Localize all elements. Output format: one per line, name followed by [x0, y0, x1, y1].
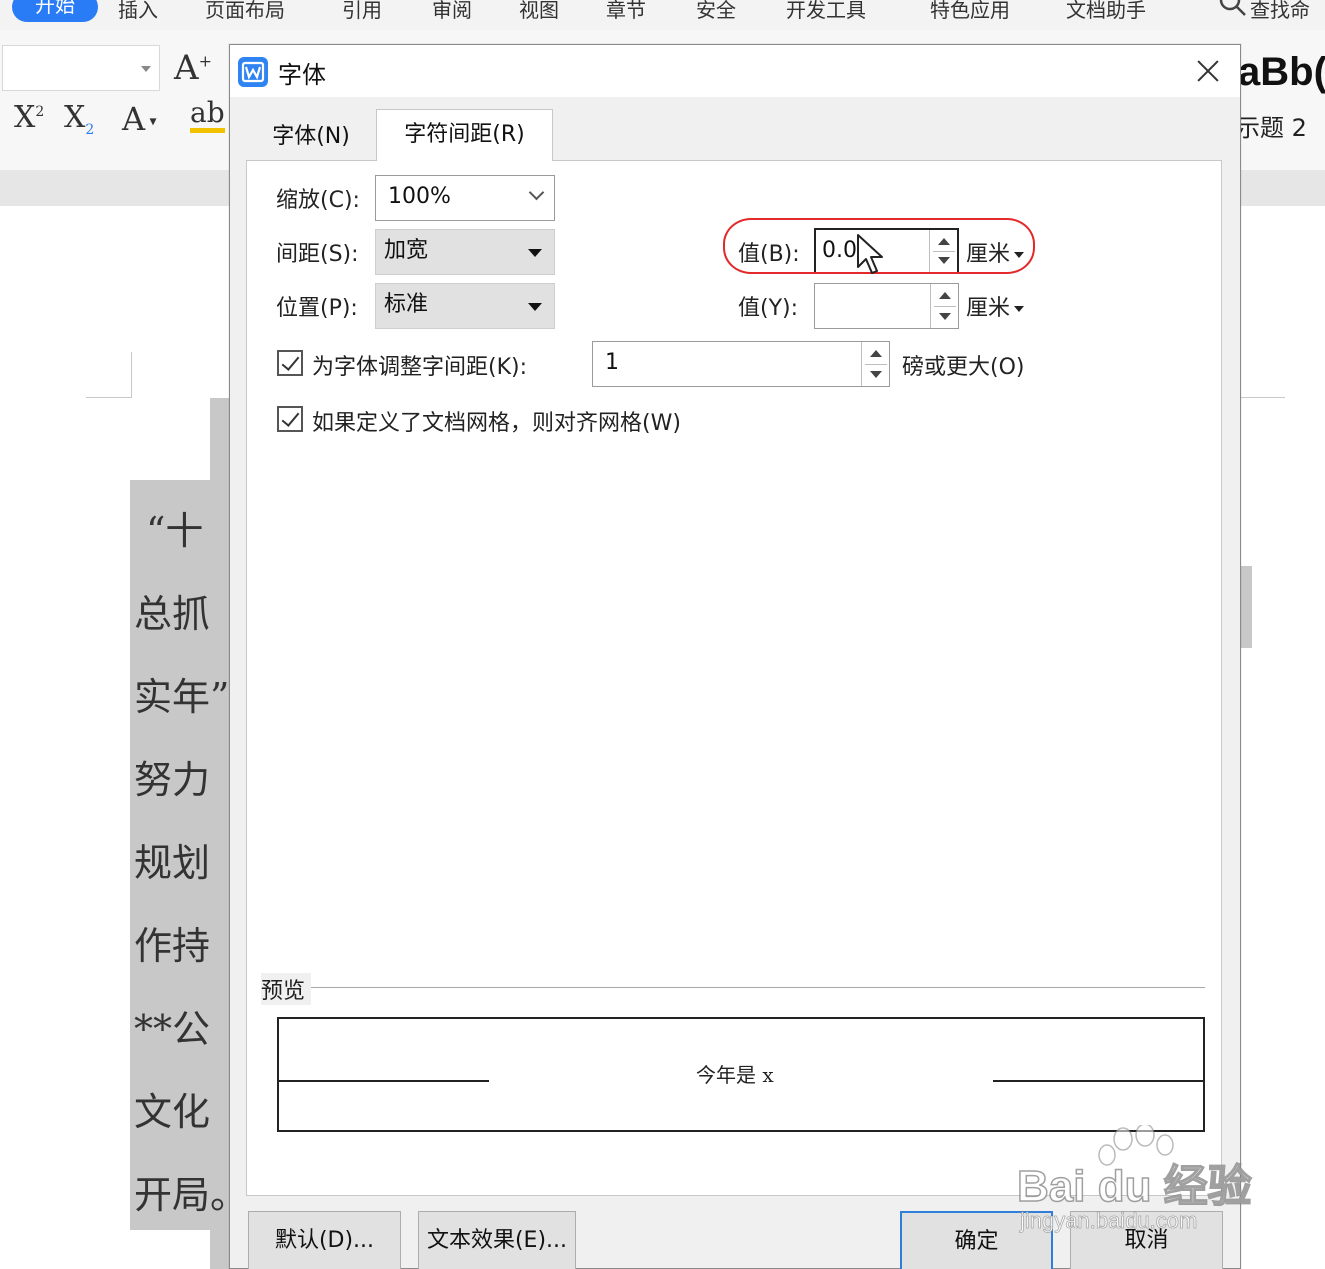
value-y-unit[interactable]: 厘米 [966, 290, 1025, 322]
preview-divider [310, 987, 1205, 988]
kerning-label: 为字体调整字间距(K): [312, 355, 528, 380]
document-line: 总抓 [134, 592, 211, 636]
document-line: 实年” [134, 675, 230, 719]
document-line: 作持 [134, 924, 211, 968]
subscript-icon[interactable]: X2 [64, 100, 94, 138]
preview-label: 预览 [261, 973, 312, 1005]
dropdown-arrow-icon [528, 303, 542, 311]
scale-value: 100% [388, 184, 451, 209]
close-icon[interactable] [1186, 51, 1230, 91]
spin-up-icon[interactable] [939, 292, 951, 299]
scale-label: 缩放(C): [276, 188, 360, 213]
scale-combo[interactable]: 100% [375, 175, 555, 221]
menu-developer[interactable]: 开发工具 [786, 0, 866, 23]
watermark-url: jingyan.baidu.com [1020, 1208, 1198, 1234]
document-line: 文化 [134, 1090, 211, 1134]
document-line: 规划 [134, 841, 211, 885]
value-y-spinner[interactable] [930, 284, 958, 328]
dialog-title: 字体 [278, 61, 326, 89]
preview-baseline [993, 1080, 1203, 1082]
font-dialog: 字体 字体(N) 字符间距(R) 缩放(C): 100% 间距(S): 加宽 位… [229, 44, 1241, 1269]
wps-logo-icon [238, 57, 268, 87]
menu-review[interactable]: 审阅 [432, 0, 472, 23]
superscript-icon[interactable]: X2 [14, 100, 44, 135]
snap-grid-label: 如果定义了文档网格，则对齐网格(W) [312, 411, 681, 436]
tab-font[interactable]: 字体(N) [246, 113, 376, 161]
menu-security[interactable]: 安全 [696, 0, 736, 23]
chevron-down-icon [528, 184, 545, 201]
kerning-suffix: 磅或更大(O) [902, 355, 1025, 380]
document-line: “十 [146, 509, 204, 553]
value-y-label: 值(Y): [738, 296, 799, 321]
menu-references[interactable]: 引用 [342, 0, 382, 23]
style-label: 示题 2 [1236, 114, 1307, 142]
spacing-label: 间距(S): [276, 242, 359, 267]
menu-doc-assistant[interactable]: 文档助手 [1066, 0, 1146, 23]
spin-down-icon[interactable] [870, 371, 882, 378]
position-select[interactable]: 标准 [375, 283, 555, 329]
value-y-input[interactable] [814, 283, 959, 329]
menu-view[interactable]: 视图 [519, 0, 559, 23]
menu-special-apps[interactable]: 特色应用 [930, 0, 1010, 23]
mouse-cursor-icon [857, 234, 883, 274]
document-line: **公 [134, 1007, 211, 1051]
font-size-combo[interactable] [2, 45, 160, 91]
menu-search-label[interactable]: 查找命 [1250, 0, 1310, 23]
kerning-value: 1 [605, 350, 619, 375]
watermark-brand: Bai du 经验 [1016, 1161, 1252, 1212]
default-button[interactable]: 默认(D)... [248, 1211, 401, 1269]
page-corner-mark [131, 352, 132, 398]
style-preview[interactable]: aBb( [1238, 50, 1325, 95]
grow-font-icon[interactable]: A+ [174, 48, 212, 88]
document-line: 努力 [134, 758, 211, 802]
preview-sample-text: 今年是 x [696, 1063, 774, 1087]
search-icon[interactable] [1218, 0, 1248, 18]
text-selection [210, 398, 230, 480]
position-label: 位置(P): [276, 296, 358, 321]
spin-down-icon[interactable] [939, 313, 951, 320]
menu-bar: 开始 插入 页面布局 引用 审阅 视图 章节 安全 开发工具 特色应用 文档助手… [0, 0, 1325, 30]
spacing-value: 加宽 [384, 238, 429, 263]
preview-baseline [279, 1080, 489, 1082]
text-selection [210, 1230, 230, 1269]
page-corner-mark [86, 397, 132, 398]
text-effects-button[interactable]: 文本效果(E)... [418, 1211, 576, 1269]
tab-character-spacing[interactable]: 字符间距(R) [376, 109, 553, 161]
dialog-title-bar: 字体 [230, 45, 1240, 97]
menu-start[interactable]: 开始 [12, 0, 98, 22]
page-corner-mark [1240, 397, 1285, 398]
font-color-icon[interactable]: A ▾ [122, 100, 157, 138]
position-value: 标准 [384, 292, 429, 317]
highlight-icon[interactable]: ab [190, 98, 225, 133]
spin-up-icon[interactable] [870, 350, 882, 357]
menu-insert[interactable]: 插入 [118, 0, 158, 23]
dropdown-arrow-icon [1014, 306, 1025, 312]
kerning-checkbox[interactable] [277, 350, 303, 376]
snap-grid-checkbox[interactable] [277, 406, 303, 432]
menu-sections[interactable]: 章节 [606, 0, 646, 23]
kerning-input[interactable]: 1 [592, 341, 890, 387]
menu-page-layout[interactable]: 页面布局 [205, 0, 285, 23]
spacing-select[interactable]: 加宽 [375, 229, 555, 275]
text-selection [1240, 566, 1252, 648]
kerning-spinner[interactable] [861, 342, 889, 386]
dropdown-arrow-icon [528, 249, 542, 257]
